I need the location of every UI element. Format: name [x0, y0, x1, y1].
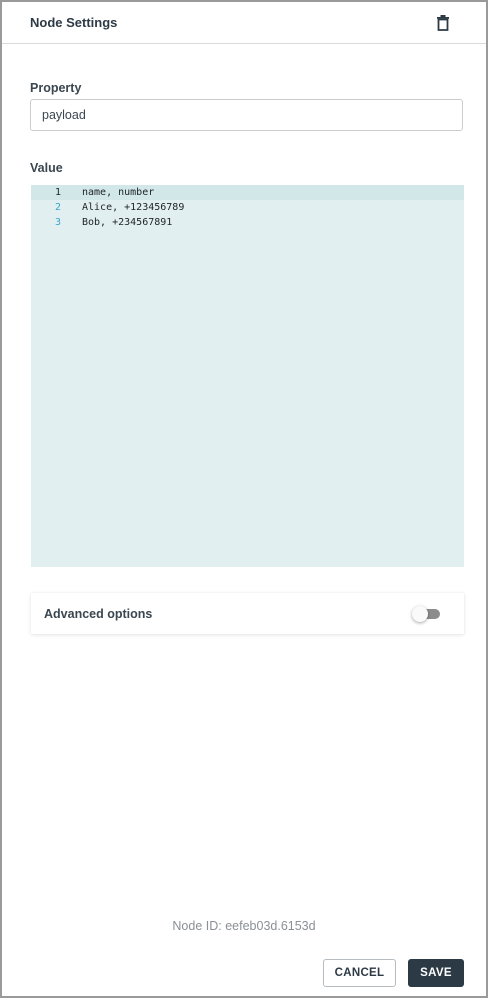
- line-number: 1: [54, 187, 61, 198]
- value-code-editor[interactable]: 1 name, number 2 Alice, +123456789 3 Bob…: [31, 185, 464, 567]
- editor-line: 2 Alice, +123456789: [31, 200, 464, 215]
- advanced-options-section[interactable]: Advanced options: [31, 593, 464, 634]
- node-settings-panel: Node Settings Property Value 1 name, num…: [0, 0, 488, 998]
- value-label: Value: [30, 161, 63, 175]
- editor-line: 1 name, number: [31, 185, 464, 200]
- line-text: Bob, +234567891: [82, 217, 173, 228]
- panel-title: Node Settings: [30, 15, 118, 30]
- panel-header: Node Settings: [2, 2, 486, 44]
- line-text: Alice, +123456789: [82, 202, 185, 213]
- property-label: Property: [30, 81, 82, 95]
- property-input[interactable]: [30, 99, 463, 131]
- cancel-button[interactable]: CANCEL: [323, 959, 396, 987]
- line-text: name, number: [82, 187, 155, 198]
- line-number: 3: [54, 217, 61, 228]
- editor-line: 3 Bob, +234567891: [31, 215, 464, 230]
- advanced-options-toggle[interactable]: [412, 606, 442, 622]
- node-id-text: Node ID: eefeb03d.6153d: [172, 919, 316, 933]
- advanced-options-label: Advanced options: [44, 607, 153, 621]
- toggle-knob: [412, 606, 428, 622]
- line-number: 2: [54, 202, 61, 213]
- save-button[interactable]: SAVE: [408, 959, 464, 987]
- trash-icon[interactable]: [434, 14, 452, 32]
